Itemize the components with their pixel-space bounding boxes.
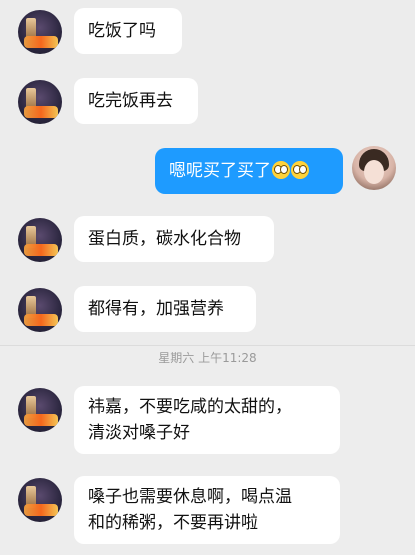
friend-avatar[interactable] [18, 80, 62, 124]
chat-panel-bottom: 星期六 上午11:28 祎嘉，不要吃咸的太甜的， 清淡对嗓子好 嗓子也需要休息啊… [0, 345, 415, 555]
bashful-face-emoji-icon [272, 161, 290, 179]
message-bubble[interactable]: 蛋白质，碳水化合物 [74, 216, 274, 262]
message-text: 都得有，加强营养 [88, 299, 224, 319]
message-bubble[interactable]: 嗓子也需要休息啊，喝点温 和的稀粥，不要再讲啦 [74, 476, 340, 544]
message-text-line: 嗓子也需要休息啊，喝点温 [88, 487, 292, 507]
message-bubble-self[interactable]: 嗯呢买了买了 [155, 148, 343, 194]
message-bubble[interactable]: 吃完饭再去 [74, 78, 198, 124]
chat-panel-top: 吃饭了吗 吃完饭再去 嗯呢买了买了 蛋白质，碳水化合物 都得有，加强营养 [0, 0, 415, 344]
friend-avatar[interactable] [18, 288, 62, 332]
message-text: 吃完饭再去 [88, 91, 173, 111]
message-text-line: 祎嘉，不要吃咸的太甜的， [88, 397, 292, 417]
friend-avatar[interactable] [18, 388, 62, 432]
message-bubble[interactable]: 吃饭了吗 [74, 8, 182, 54]
message-text-line: 和的稀粥，不要再讲啦 [88, 513, 258, 533]
message-bubble[interactable]: 都得有，加强营养 [74, 286, 256, 332]
message-text: 吃饭了吗 [88, 21, 156, 41]
message-timestamp: 星期六 上午11:28 [158, 351, 257, 365]
message-bubble[interactable]: 祎嘉，不要吃咸的太甜的， 清淡对嗓子好 [74, 386, 340, 454]
friend-avatar[interactable] [18, 218, 62, 262]
self-avatar[interactable] [352, 146, 396, 190]
friend-avatar[interactable] [18, 10, 62, 54]
friend-avatar[interactable] [18, 478, 62, 522]
message-text-line: 清淡对嗓子好 [88, 423, 190, 443]
message-text: 蛋白质，碳水化合物 [88, 229, 241, 249]
message-text: 嗯呢买了买了 [169, 161, 271, 181]
bashful-face-emoji-icon [291, 161, 309, 179]
